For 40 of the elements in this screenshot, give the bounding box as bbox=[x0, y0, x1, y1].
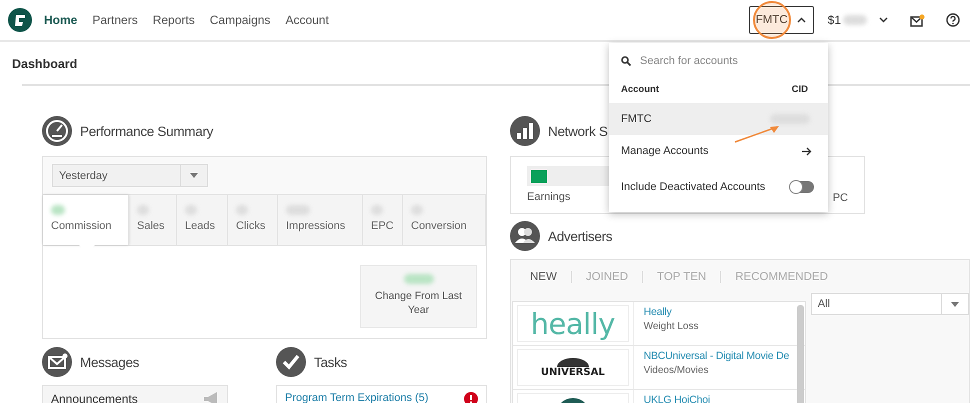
manage-accounts-link[interactable]: Manage Accounts bbox=[609, 135, 828, 167]
advertiser-link[interactable]: Heally bbox=[644, 306, 795, 318]
task-link[interactable]: Program Term Expirations (5) bbox=[285, 392, 428, 403]
column-header: Account bbox=[621, 84, 659, 94]
column-header: CID bbox=[792, 84, 808, 94]
section-title: Performance Summary bbox=[80, 124, 214, 138]
account-row[interactable]: FMTC bbox=[609, 103, 828, 135]
metric-tab[interactable]: Clicks bbox=[228, 195, 278, 245]
advertiser-link[interactable]: UKLG HoiChoi bbox=[644, 394, 795, 403]
metric-tab[interactable]: Conversion bbox=[403, 195, 486, 245]
metric-tab[interactable]: Impressions bbox=[278, 195, 363, 245]
advertiser-logo: UNIVERSAL bbox=[540, 358, 605, 378]
metric-tab[interactable]: Leads bbox=[177, 195, 228, 245]
advertiser-category: Weight Loss bbox=[644, 321, 700, 332]
metric-label: Earnings bbox=[527, 191, 572, 203]
change-label: Change From Last Year bbox=[374, 289, 463, 317]
section-title: Network S bbox=[548, 124, 608, 138]
nav-link[interactable]: Home bbox=[44, 13, 78, 27]
advertiser-link[interactable]: NBCUniversal - Digital Movie De bbox=[644, 350, 795, 362]
section-title: Advertisers bbox=[548, 228, 612, 244]
balance-menu[interactable]: $1 bbox=[828, 13, 888, 27]
advertiser-tab[interactable]: NEW bbox=[530, 270, 572, 282]
nav-link[interactable]: Partners bbox=[92, 13, 138, 27]
toggle-label: Include Deactivated Accounts bbox=[621, 181, 766, 193]
account-search-field[interactable]: Search for accounts bbox=[640, 55, 816, 67]
section-title: Messages bbox=[80, 354, 140, 370]
page-title: Dashboard bbox=[12, 57, 78, 71]
advertiser-category: Videos/Movies bbox=[644, 365, 710, 376]
nav-link[interactable]: Reports bbox=[152, 13, 195, 27]
section-title: Tasks bbox=[314, 354, 348, 370]
advertiser-logo: heally bbox=[530, 306, 615, 340]
metric-label: PC bbox=[832, 192, 848, 204]
account-switcher[interactable]: FMTC bbox=[748, 6, 814, 34]
metric-tab[interactable]: EPC bbox=[363, 195, 403, 245]
category-filter[interactable]: All bbox=[810, 293, 969, 315]
metric-tab[interactable]: Sales bbox=[129, 195, 177, 245]
nav-link[interactable]: Campaigns bbox=[210, 13, 270, 27]
announcements-header[interactable]: Announcements bbox=[42, 385, 228, 403]
nav-link[interactable]: Account bbox=[285, 13, 329, 27]
period-select[interactable]: Yesterday bbox=[52, 164, 208, 187]
